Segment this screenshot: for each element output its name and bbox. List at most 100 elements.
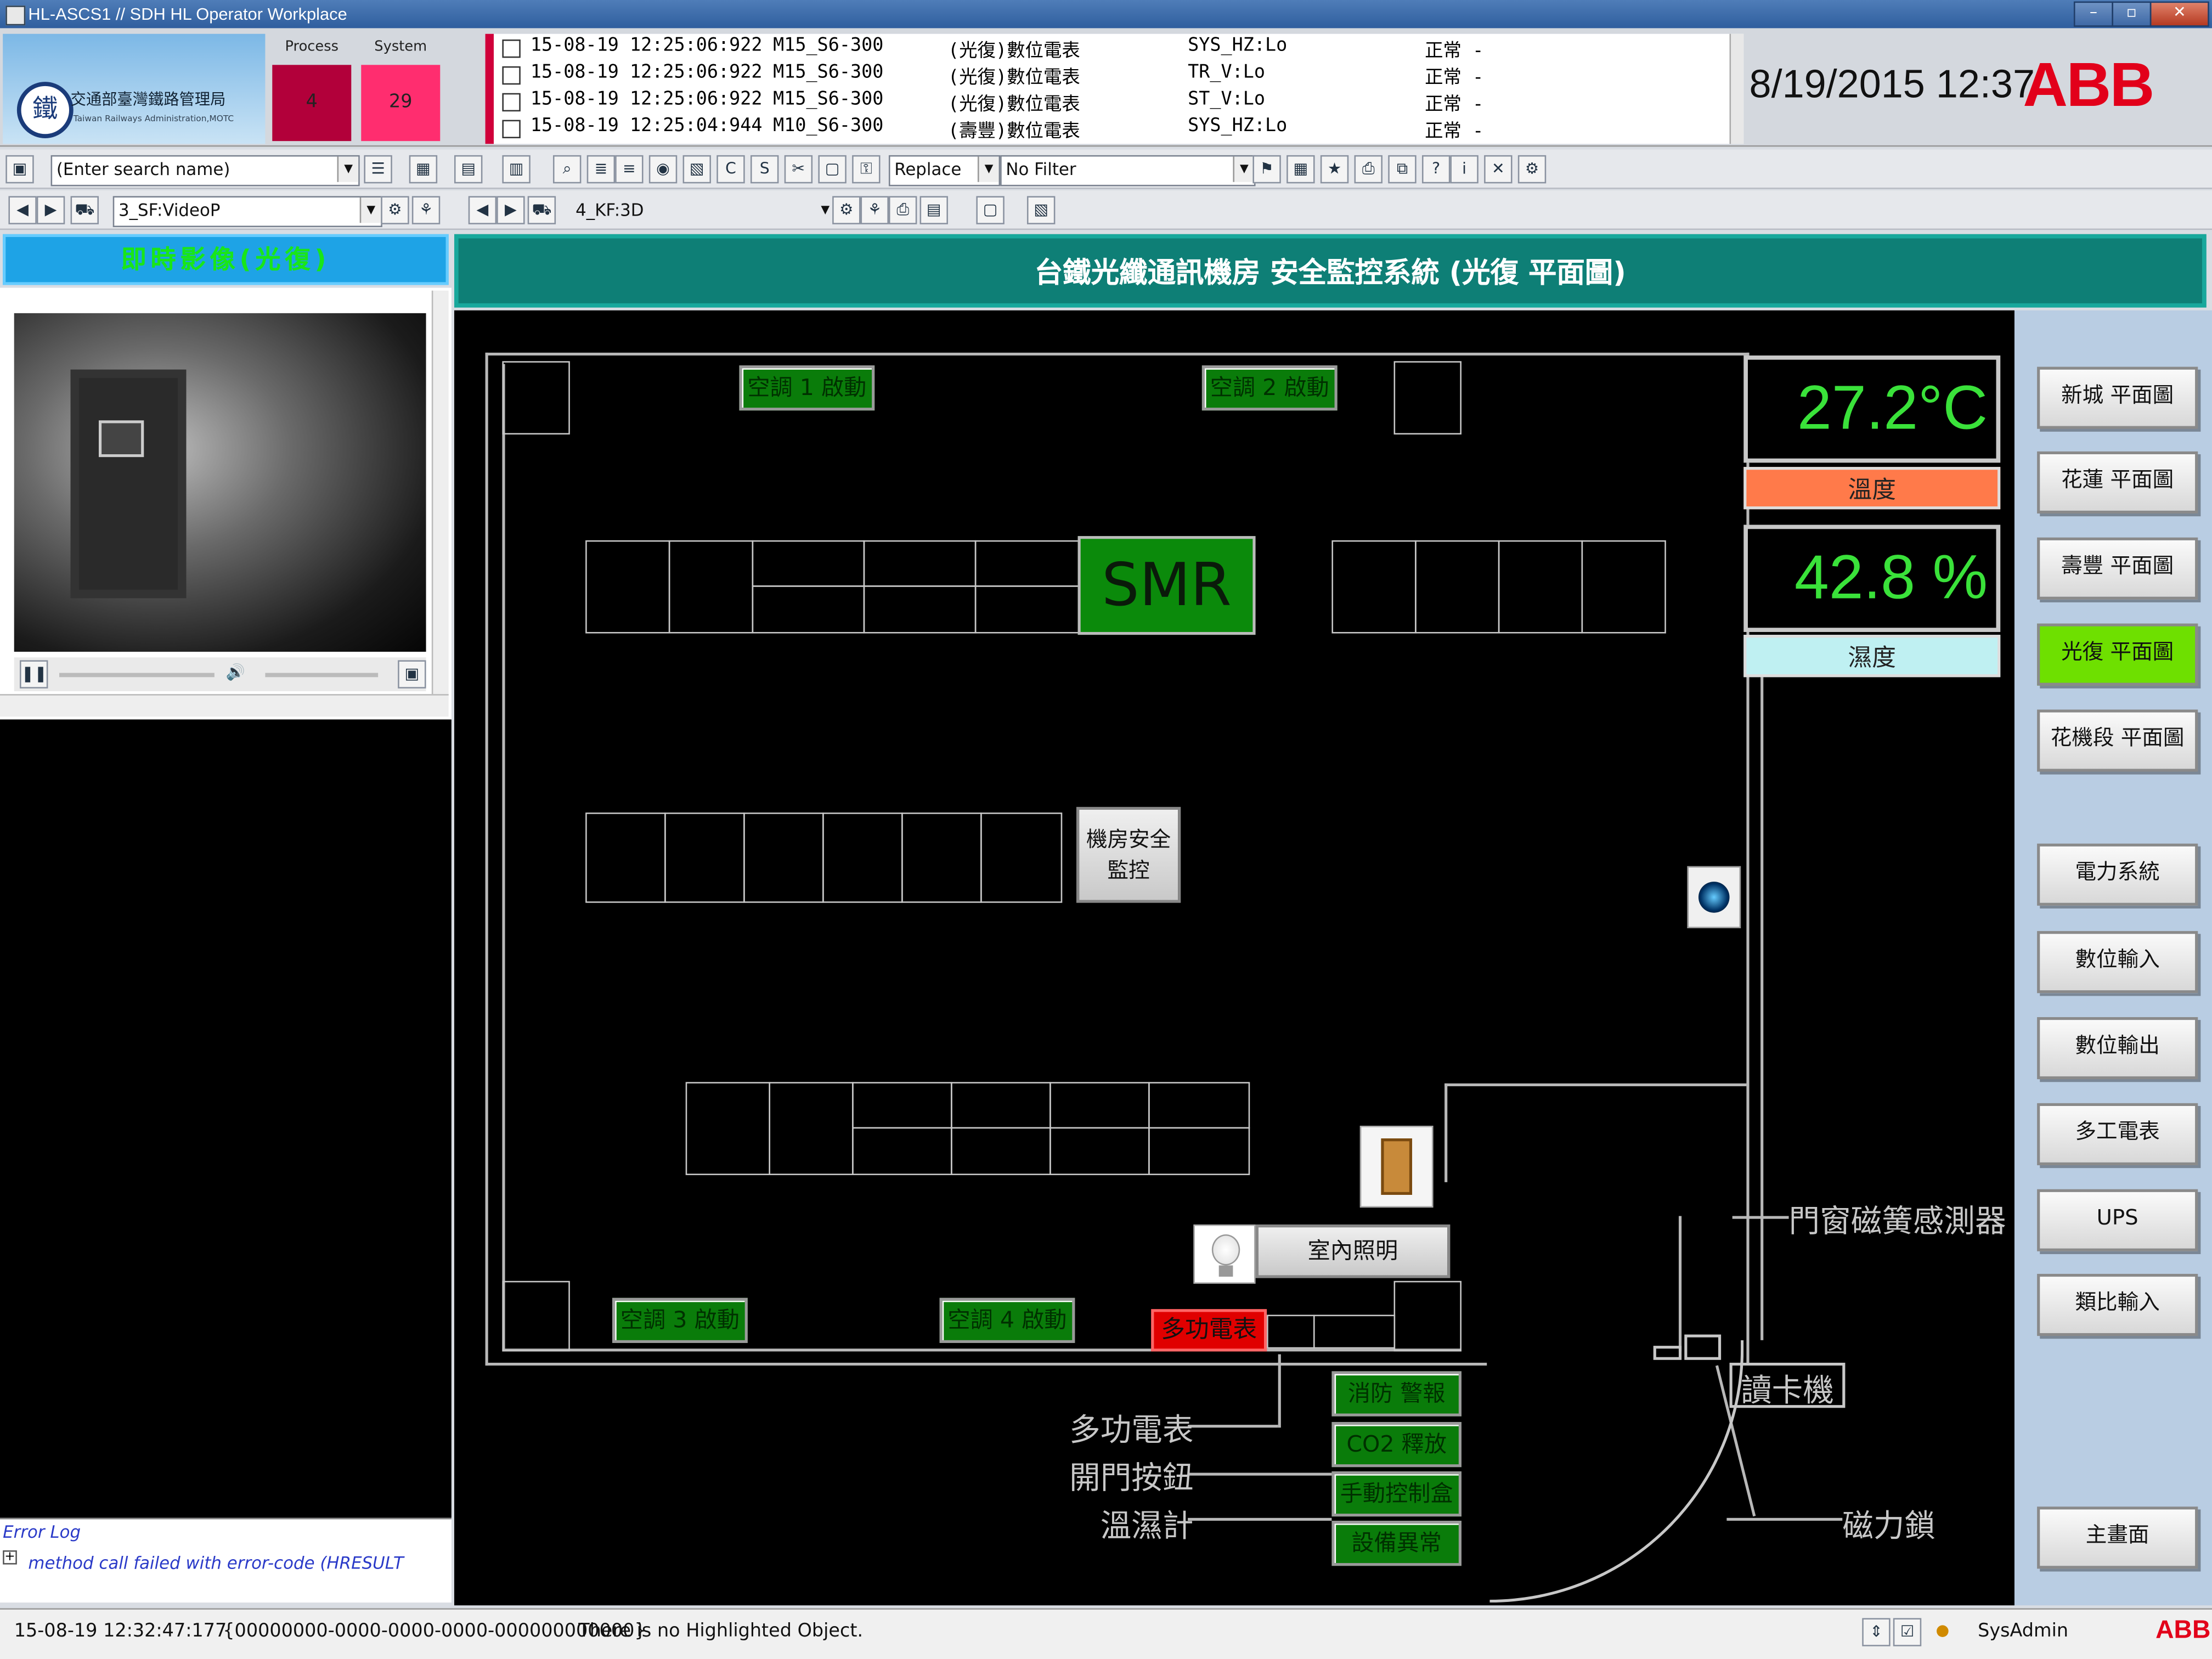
- volume-icon[interactable]: 🔊: [223, 660, 248, 685]
- scroll-updown-icon[interactable]: ⇕: [1862, 1618, 1891, 1646]
- camera-icon[interactable]: [1687, 866, 1741, 928]
- trend-icon[interactable]: ◉: [648, 155, 678, 184]
- forward-icon[interactable]: ▶: [496, 196, 525, 224]
- back-icon[interactable]: ◀: [8, 196, 37, 224]
- fullscreen-icon[interactable]: ▣: [398, 660, 426, 689]
- object-browser-icon[interactable]: ▣: [5, 155, 34, 184]
- nav-ups[interactable]: UPS: [2037, 1189, 2198, 1251]
- nav-xincheng-floorplan[interactable]: 新城 平面圖: [2037, 366, 2198, 429]
- document-icon[interactable]: ▧: [1026, 196, 1056, 224]
- indoor-light-button[interactable]: 室內照明: [1255, 1224, 1451, 1278]
- document-icon[interactable]: ▧: [682, 155, 711, 184]
- alarm-row[interactable]: 15-08-19 12:25:06:922 M15_S6-300 (光復)數位電…: [494, 34, 1735, 62]
- tool-icon[interactable]: ⚙: [381, 196, 409, 224]
- grid-icon[interactable]: ▦: [1286, 155, 1315, 184]
- filter-select[interactable]: No Filter ▼: [1000, 155, 1256, 187]
- back-icon[interactable]: ◀: [468, 196, 497, 224]
- view-icon[interactable]: ▦: [409, 155, 438, 184]
- alarm-row[interactable]: 15-08-19 12:25:04:944 M10_S6-300 (壽豐)數位電…: [494, 114, 1735, 143]
- alarm-row[interactable]: 15-08-19 12:25:06:922 M15_S6-300 (光復)數位電…: [494, 61, 1735, 89]
- table-icon[interactable]: ▥: [502, 155, 531, 184]
- filter-icon[interactable]: ⚑: [1252, 155, 1281, 184]
- left-display-select[interactable]: 3_SF:VideoP ▼: [112, 196, 382, 227]
- event-list-icon[interactable]: ≡: [615, 155, 644, 184]
- power-meter-alarm-button[interactable]: 多功電表: [1151, 1309, 1267, 1352]
- copy-icon[interactable]: ⧉: [1388, 155, 1417, 184]
- c-icon[interactable]: C: [716, 155, 745, 184]
- live-video-feed[interactable]: [14, 313, 426, 652]
- maximize-button[interactable]: ▫: [2112, 1, 2152, 27]
- pause-icon[interactable]: ❚❚: [19, 660, 48, 689]
- nav-analog-input[interactable]: 類比輸入: [2037, 1273, 2198, 1336]
- alarm-list-icon[interactable]: ≣: [586, 155, 616, 184]
- light-bulb-icon[interactable]: [1193, 1224, 1256, 1284]
- system-alarm-count[interactable]: 29: [361, 65, 441, 142]
- page-icon[interactable]: ▢: [976, 196, 1005, 224]
- forward-icon[interactable]: ▶: [36, 196, 65, 224]
- aspect-icon[interactable]: ⛟: [70, 196, 99, 224]
- alarm-row[interactable]: 15-08-19 12:25:06:922 M15_S6-300 (光復)數位電…: [494, 87, 1735, 116]
- nav-power-system[interactable]: 電力系統: [2037, 843, 2198, 906]
- ack-checkbox[interactable]: [502, 120, 521, 138]
- aspect-icon[interactable]: ⛟: [527, 196, 556, 224]
- volume-slider[interactable]: [265, 673, 379, 678]
- nav-digital-output[interactable]: 數位輸出: [2037, 1017, 2198, 1080]
- room-security-button[interactable]: 機房安全 監控: [1076, 806, 1181, 903]
- video-hscrollbar[interactable]: [0, 694, 449, 717]
- s-icon[interactable]: S: [750, 155, 779, 184]
- tool-icon[interactable]: ⚙: [832, 196, 861, 224]
- equipment-fault-status[interactable]: 設備異常: [1331, 1520, 1462, 1566]
- close-button[interactable]: ✕: [2149, 1, 2209, 27]
- replace-select[interactable]: Replace ▼: [888, 155, 1001, 187]
- nav-multi-meter[interactable]: 多工電表: [2037, 1103, 2198, 1165]
- right-display-select[interactable]: 4_KF:3D ▼: [570, 196, 837, 227]
- favorites-icon[interactable]: ☰: [364, 155, 392, 184]
- nav-shoufeng-floorplan[interactable]: 壽豐 平面圖: [2037, 537, 2198, 600]
- nav-digital-input[interactable]: 數位輸入: [2037, 931, 2198, 994]
- chart-icon[interactable]: ▤: [454, 155, 483, 184]
- chevron-down-icon[interactable]: ▼: [337, 156, 359, 182]
- star-icon[interactable]: ★: [1320, 155, 1349, 184]
- door-icon[interactable]: [1359, 1125, 1434, 1208]
- nav-home[interactable]: 主畫面: [2037, 1506, 2198, 1569]
- chevron-down-icon[interactable]: ▼: [359, 197, 381, 223]
- checklist-icon[interactable]: ☑: [1893, 1618, 1922, 1646]
- nav-huajiduan-floorplan[interactable]: 花機段 平面圖: [2037, 709, 2198, 772]
- nav-hualien-floorplan[interactable]: 花蓮 平面圖: [2037, 451, 2198, 514]
- manual-control-status[interactable]: 手動控制盒: [1331, 1471, 1462, 1517]
- tree-icon[interactable]: ⚘: [860, 196, 889, 224]
- window-icon[interactable]: ▢: [818, 155, 847, 184]
- ack-checkbox[interactable]: [502, 39, 521, 58]
- ack-checkbox[interactable]: [502, 93, 521, 112]
- smr-unit[interactable]: SMR: [1077, 536, 1256, 635]
- fire-alarm-status[interactable]: 消防 警報: [1331, 1371, 1462, 1417]
- search-icon[interactable]: ⌕: [552, 155, 582, 184]
- ac4-status-button[interactable]: 空調 4 啟動: [939, 1297, 1075, 1343]
- expand-icon[interactable]: +: [3, 1550, 17, 1565]
- co2-release-status[interactable]: CO2 釋放: [1331, 1421, 1462, 1468]
- ack-checkbox[interactable]: [502, 66, 521, 85]
- chevron-down-icon[interactable]: ▼: [977, 156, 999, 182]
- minimize-button[interactable]: –: [2073, 1, 2113, 27]
- close-view-icon[interactable]: ✕: [1484, 155, 1513, 184]
- print-icon[interactable]: ⎙: [888, 196, 917, 224]
- info-icon[interactable]: i: [1450, 155, 1479, 184]
- status-user[interactable]: SysAdmin: [1978, 1621, 2068, 1643]
- ac1-status-button[interactable]: 空調 1 啟動: [739, 365, 875, 411]
- print-icon[interactable]: ⎙: [1354, 155, 1383, 184]
- tools-icon[interactable]: ✂: [784, 155, 813, 184]
- seek-slider[interactable]: [59, 673, 215, 678]
- video-scrollbar[interactable]: [431, 290, 449, 700]
- chevron-down-icon[interactable]: ▼: [1233, 156, 1254, 182]
- nav-guangfu-floorplan[interactable]: 光復 平面圖: [2037, 623, 2198, 686]
- user-icon[interactable]: ●: [1930, 1618, 1955, 1643]
- search-input[interactable]: (Enter search name) ▼: [50, 155, 360, 187]
- ac3-status-button[interactable]: 空調 3 啟動: [612, 1297, 748, 1343]
- ac2-status-button[interactable]: 空調 2 啟動: [1201, 365, 1338, 411]
- layout-icon[interactable]: ▤: [919, 196, 948, 224]
- settings-icon[interactable]: ⚙: [1517, 155, 1547, 184]
- tree-icon[interactable]: ⚘: [411, 196, 441, 224]
- process-alarm-count[interactable]: 4: [272, 65, 352, 142]
- alarm-scrollbar[interactable]: [1729, 33, 1744, 144]
- help-icon[interactable]: ?: [1421, 155, 1451, 184]
